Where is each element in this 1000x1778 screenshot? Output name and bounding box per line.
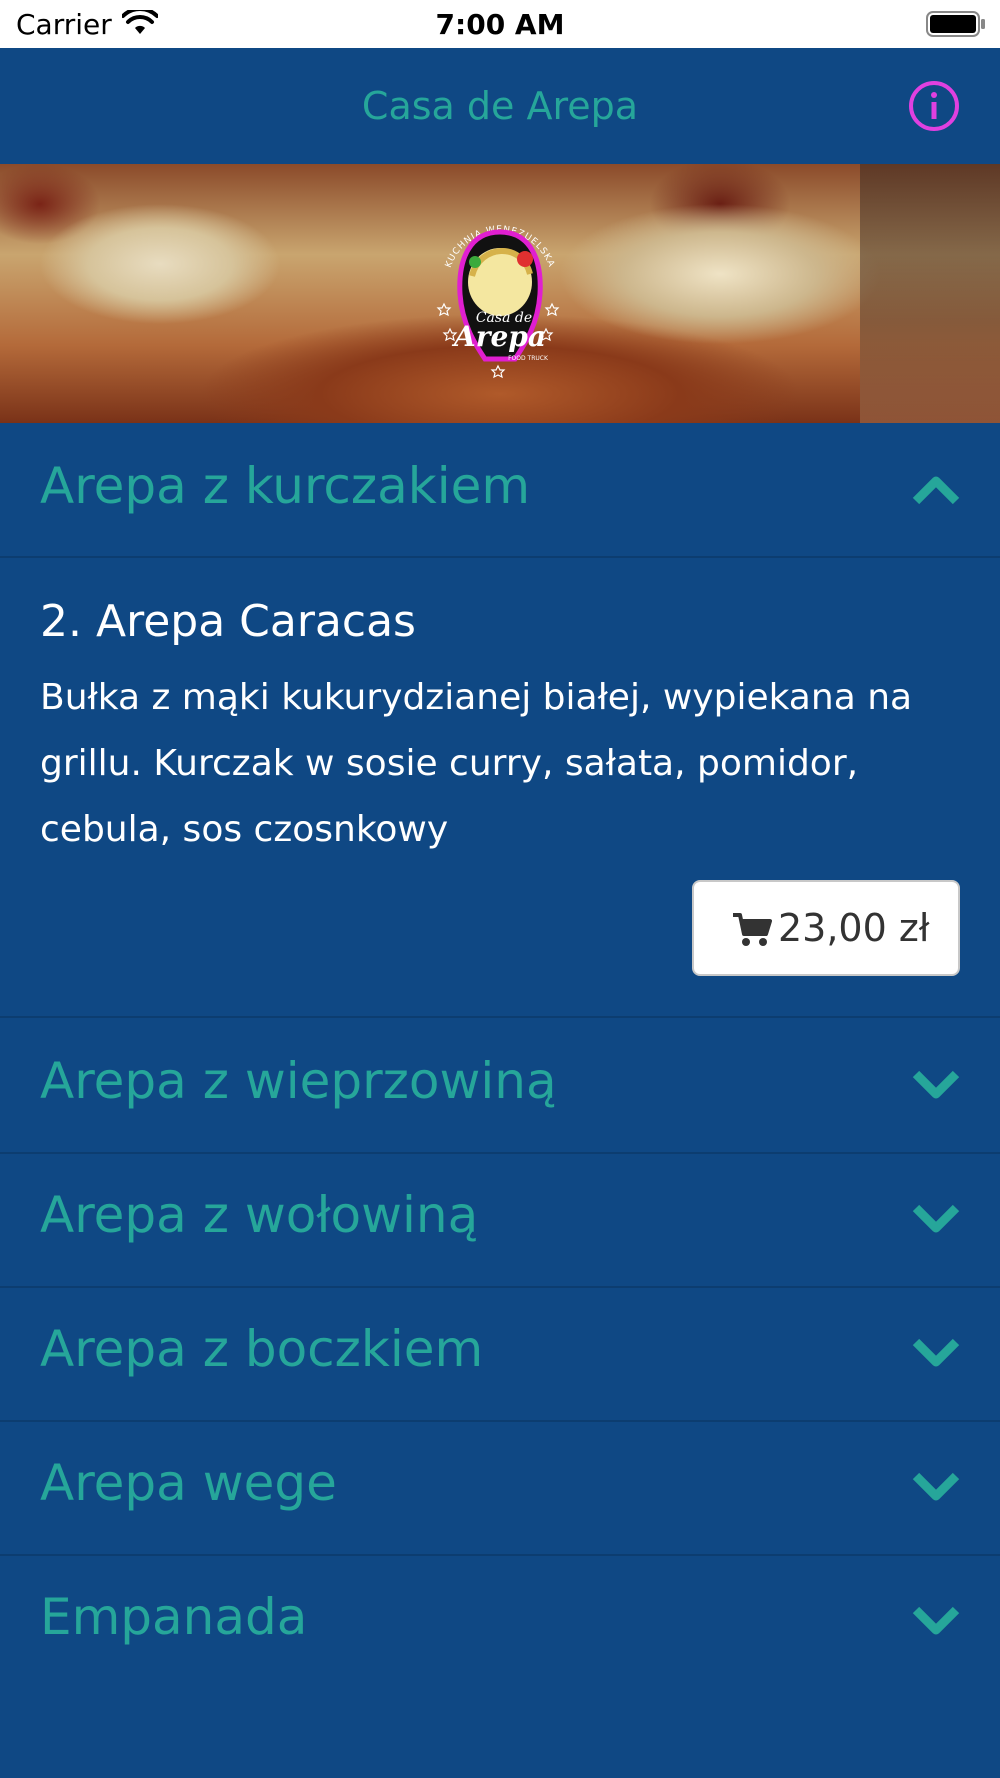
- status-bar: Carrier 7:00 AM: [0, 0, 1000, 48]
- section-header-arepa-z-boczkiem[interactable]: Arepa z boczkiem: [0, 1286, 1000, 1418]
- page-title: Casa de Arepa: [361, 84, 639, 128]
- status-time: 7:00 AM: [435, 8, 565, 41]
- section-header-arepa-wege[interactable]: Arepa wege: [0, 1420, 1000, 1552]
- section-title: Arepa z kurczakiem: [40, 457, 531, 515]
- chevron-down-icon: [912, 1070, 960, 1099]
- menu-section-expanded: Arepa z kurczakiem: [0, 423, 1000, 558]
- menu-section: Arepa z wieprzowiną: [0, 1018, 1000, 1154]
- section-header-arepa-z-wieprzowina[interactable]: Arepa z wieprzowiną: [0, 1018, 1000, 1150]
- battery-icon: [926, 11, 985, 37]
- price-label: 23,00 zł: [778, 906, 930, 950]
- casa-de-arepa-logo: KUCHNIA WENEZUELSKA Casa de Arepa FOOD T…: [436, 225, 560, 379]
- hero-background-detail: [860, 164, 1000, 423]
- logo-sub-text: FOOD TRUCK: [508, 355, 549, 362]
- section-title: Empanada: [40, 1588, 308, 1646]
- chevron-down-icon: [912, 1204, 960, 1233]
- chevron-down-icon: [912, 1472, 960, 1501]
- section-header-arepa-z-kurczakiem[interactable]: Arepa z kurczakiem: [0, 423, 1000, 555]
- navigation-bar: Casa de Arepa: [0, 48, 1000, 164]
- cart-icon: [733, 913, 772, 946]
- menu-section: Arepa z boczkiem: [0, 1286, 1000, 1422]
- menu-section: Arepa wege: [0, 1420, 1000, 1556]
- menu-item-name: 2. Arepa Caracas: [40, 596, 416, 647]
- chevron-down-icon: [912, 1338, 960, 1367]
- section-title: Arepa z wieprzowiną: [40, 1052, 557, 1110]
- add-to-cart-button[interactable]: 23,00 zł: [692, 880, 960, 976]
- hero-image: KUCHNIA WENEZUELSKA Casa de Arepa FOOD T…: [0, 164, 1000, 423]
- section-header-empanada[interactable]: Empanada: [0, 1554, 1000, 1686]
- section-title: Arepa z boczkiem: [40, 1320, 484, 1378]
- info-icon[interactable]: [908, 80, 960, 132]
- menu-section: Empanada: [0, 1554, 1000, 1688]
- section-header-arepa-z-wolowina[interactable]: Arepa z wołowiną: [0, 1152, 1000, 1284]
- menu-item-description: Bułka z mąki kukurydzianej białej, wypie…: [40, 677, 913, 850]
- chevron-up-icon: [912, 476, 960, 505]
- menu-section: Arepa z wołowiną: [0, 1152, 1000, 1288]
- chevron-down-icon: [912, 1606, 960, 1635]
- section-title: Arepa z wołowiną: [40, 1186, 479, 1244]
- section-title: Arepa wege: [40, 1454, 337, 1512]
- logo-big-text: Arepa: [451, 320, 546, 353]
